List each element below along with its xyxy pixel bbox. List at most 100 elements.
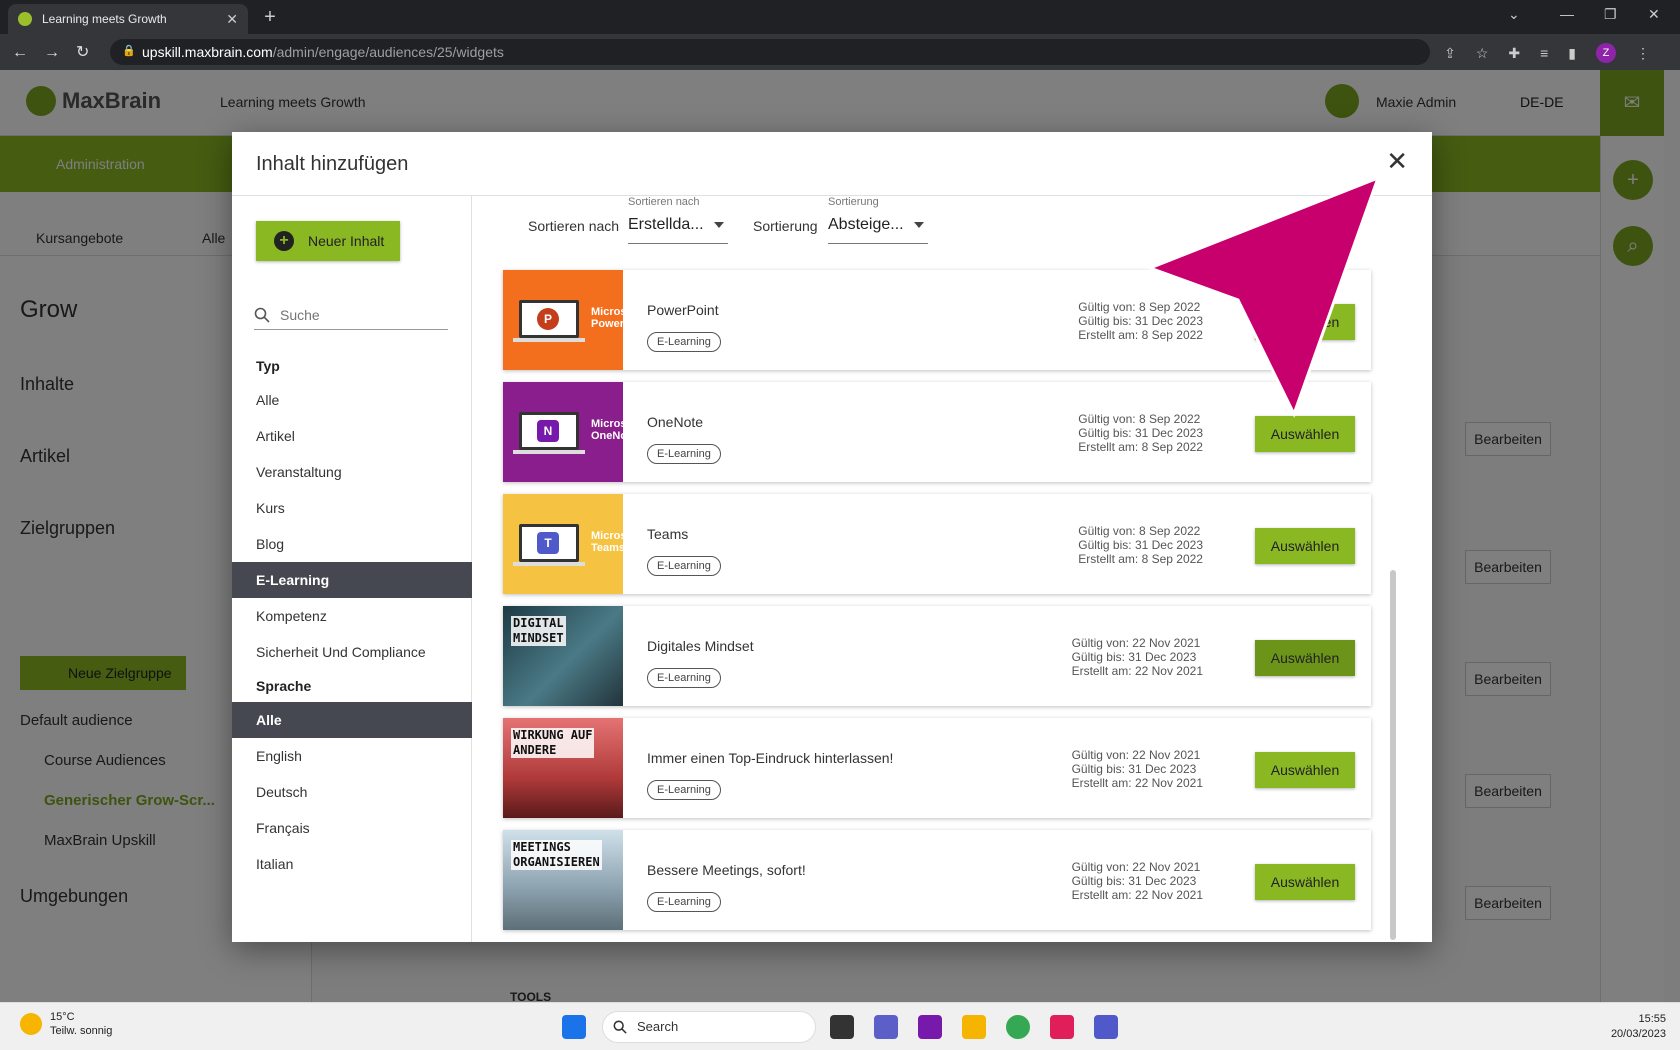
reload-icon[interactable]: ↻ xyxy=(76,44,105,61)
modal-header: Inhalt hinzufügen ✕ xyxy=(232,132,1432,196)
filter-language-heading: Sprache xyxy=(256,678,312,694)
filter-type-blog[interactable]: Blog xyxy=(232,526,472,562)
card-dates: Gültig von: 22 Nov 2021 Gültig bis: 31 De… xyxy=(1071,636,1203,678)
select-button[interactable]: Auswählen xyxy=(1255,752,1355,788)
filter-language-francais[interactable]: Français xyxy=(232,810,472,846)
filter-type-veranstaltung[interactable]: Veranstaltung xyxy=(232,454,472,490)
system-clock[interactable]: 15:55 20/03/2023 xyxy=(1611,1012,1666,1042)
forward-icon[interactable]: → xyxy=(44,44,76,61)
filter-language-alle[interactable]: Alle xyxy=(232,702,472,738)
onenote-thumbnail: N Micros OneNo xyxy=(503,382,623,482)
profile-avatar[interactable]: Z xyxy=(1596,43,1616,63)
window-close-icon[interactable]: ✕ xyxy=(1648,6,1660,23)
select-button[interactable]: Auswählen xyxy=(1255,864,1355,900)
weather-widget[interactable]: 15°C Teilw. sonnig xyxy=(20,1010,112,1038)
card-title: Teams xyxy=(647,526,689,542)
onenote-app-icon[interactable] xyxy=(918,1015,942,1039)
favicon-icon xyxy=(18,12,32,26)
filter-type-compliance[interactable]: Sicherheit Und Compliance xyxy=(232,634,472,670)
search-icon xyxy=(254,307,270,323)
content-card: T Micros Teams Teams E-Learning Gültig v… xyxy=(503,494,1371,594)
tab-list-icon[interactable]: ⌄ xyxy=(1508,6,1520,23)
back-icon[interactable]: ← xyxy=(12,44,44,61)
filter-type-alle[interactable]: Alle xyxy=(232,382,472,418)
card-title: Digitales Mindset xyxy=(647,638,754,654)
list-scrollbar[interactable] xyxy=(1390,570,1396,940)
search-icon xyxy=(613,1020,627,1034)
new-content-button[interactable]: + Neuer Inhalt xyxy=(256,221,400,261)
content-list-panel: Sortieren nach Sortieren nach Erstellda.… xyxy=(473,196,1432,942)
order-select[interactable]: Sortierung Absteige... xyxy=(828,196,928,244)
address-bar: ←→↻ 🔒 upskill.maxbrain.com/admin/engage/… xyxy=(0,34,1680,70)
card-dates: Gültig von: 8 Sep 2022 Gültig bis: 31 Dec… xyxy=(1078,300,1203,342)
filter-type-kurs[interactable]: Kurs xyxy=(232,490,472,526)
card-title: Immer einen Top-Eindruck hinterlassen! xyxy=(647,750,894,766)
card-title: PowerPoint xyxy=(647,302,719,318)
card-dates: Gültig von: 22 Nov 2021 Gültig bis: 31 De… xyxy=(1071,748,1203,790)
content-card: DIGITAL MINDSET Digitales Mindset E-Lear… xyxy=(503,606,1371,706)
content-card: MEETINGS ORGANISIEREN Bessere Meetings, … xyxy=(503,830,1371,930)
filter-type-elearning[interactable]: E-Learning xyxy=(232,562,472,598)
order-label: Sortierung xyxy=(753,218,818,234)
card-tag: E-Learning xyxy=(647,332,721,352)
extensions-icon[interactable]: ✚ xyxy=(1508,45,1520,62)
card-tag: E-Learning xyxy=(647,780,721,800)
modal-title: Inhalt hinzufügen xyxy=(256,153,409,175)
taskbar-search[interactable]: Search xyxy=(602,1011,816,1043)
filter-type-kompetenz[interactable]: Kompetenz xyxy=(232,598,472,634)
filter-language-italian[interactable]: Italian xyxy=(232,846,472,882)
select-button[interactable]: Auswählen xyxy=(1255,640,1355,676)
restore-icon[interactable]: ❐ xyxy=(1604,6,1617,23)
browser-tab[interactable]: Learning meets Growth ✕ xyxy=(8,4,248,34)
card-title: Bessere Meetings, sofort! xyxy=(647,862,806,878)
bookmark-star-icon[interactable]: ☆ xyxy=(1476,45,1489,62)
chevron-down-icon xyxy=(914,222,924,228)
share-icon[interactable]: ⇪ xyxy=(1444,45,1456,62)
sort-by-select[interactable]: Sortieren nach Erstellda... xyxy=(628,196,728,244)
content-card: N Micros OneNo OneNote E-Learning Gültig… xyxy=(503,382,1371,482)
card-dates: Gültig von: 8 Sep 2022 Gültig bis: 31 Dec… xyxy=(1078,412,1203,454)
menu-dots-icon[interactable]: ⋮ xyxy=(1636,45,1650,62)
filter-language-english[interactable]: English xyxy=(232,738,472,774)
url-field[interactable]: 🔒 upskill.maxbrain.com/admin/engage/audi… xyxy=(110,39,1430,65)
select-button[interactable]: Auswählen xyxy=(1255,416,1355,452)
windows-start-icon[interactable] xyxy=(562,1015,586,1039)
task-view-icon[interactable] xyxy=(830,1015,854,1039)
filter-panel: + Neuer Inhalt Typ Alle Artikel Veransta… xyxy=(232,196,472,942)
chrome-icon[interactable] xyxy=(1006,1015,1030,1039)
filter-language-deutsch[interactable]: Deutsch xyxy=(232,774,472,810)
search-field xyxy=(254,300,448,330)
slack-icon[interactable] xyxy=(1050,1015,1074,1039)
impression-thumbnail: WIRKUNG AUF ANDERE xyxy=(503,718,623,818)
content-card: WIRKUNG AUF ANDERE Immer einen Top-Eindr… xyxy=(503,718,1371,818)
sun-icon xyxy=(20,1013,42,1035)
card-dates: Gültig von: 22 Nov 2021 Gültig bis: 31 De… xyxy=(1071,860,1203,902)
add-content-modal: Inhalt hinzufügen ✕ + Neuer Inhalt Typ A… xyxy=(232,132,1432,942)
plus-icon: + xyxy=(274,231,294,251)
search-input[interactable] xyxy=(280,306,440,323)
card-tag: E-Learning xyxy=(647,668,721,688)
select-button[interactable]: Auswählen xyxy=(1255,304,1355,340)
chat-app-icon[interactable] xyxy=(874,1015,898,1039)
file-explorer-icon[interactable] xyxy=(962,1015,986,1039)
tab-close-icon[interactable]: ✕ xyxy=(226,11,238,28)
powerpoint-icon: P xyxy=(537,308,559,330)
teams-icon: T xyxy=(537,532,559,554)
digital-mindset-thumbnail: DIGITAL MINDSET xyxy=(503,606,623,706)
lock-icon: 🔒 xyxy=(122,45,136,57)
card-tag: E-Learning xyxy=(647,892,721,912)
nav-buttons: ←→↻ xyxy=(12,42,105,62)
filter-type-artikel[interactable]: Artikel xyxy=(232,418,472,454)
media-icon[interactable]: ≡ xyxy=(1540,45,1548,61)
new-tab-icon[interactable]: + xyxy=(258,6,282,30)
minimize-icon[interactable]: — xyxy=(1560,6,1574,22)
teams-app-icon[interactable] xyxy=(1094,1015,1118,1039)
select-button[interactable]: Auswählen xyxy=(1255,528,1355,564)
extension-icons: ⇪ ☆ ✚ ≡ ▮ Z ⋮ xyxy=(1444,43,1650,63)
browser-tabbar: Learning meets Growth ✕ + ⌄ — ❐ ✕ xyxy=(0,0,1680,34)
card-tag: E-Learning xyxy=(647,444,721,464)
card-tag: E-Learning xyxy=(647,556,721,576)
close-icon[interactable]: ✕ xyxy=(1386,148,1408,174)
meetings-thumbnail: MEETINGS ORGANISIEREN xyxy=(503,830,623,930)
sidepanel-icon[interactable]: ▮ xyxy=(1568,45,1576,62)
